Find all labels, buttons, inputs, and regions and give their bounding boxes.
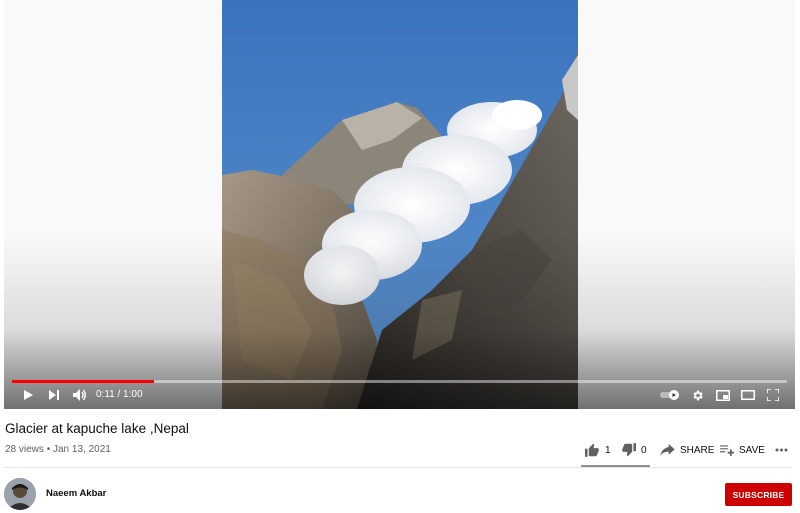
meta-separator: • xyxy=(46,444,51,455)
video-title: Glacier at kapuche lake ,Nepal xyxy=(5,421,189,436)
save-button[interactable]: SAVE xyxy=(720,436,765,464)
theater-mode-button[interactable] xyxy=(739,381,757,409)
fullscreen-icon xyxy=(767,389,779,401)
view-count: 28 views xyxy=(5,444,44,455)
thumbs-up-icon xyxy=(585,443,599,457)
more-horizontal-icon xyxy=(775,448,788,452)
upload-date: Jan 13, 2021 xyxy=(52,444,111,455)
section-divider xyxy=(4,467,792,468)
channel-avatar[interactable] xyxy=(4,478,36,510)
gear-icon xyxy=(692,390,703,400)
share-arrow-icon xyxy=(660,444,675,456)
video-meta: 28 views • Jan 13, 2021 xyxy=(5,444,111,455)
skip-next-icon xyxy=(49,390,59,400)
subscribe-button[interactable]: SUBSCRIBE xyxy=(725,483,792,506)
playlist-add-icon xyxy=(720,445,734,456)
miniplayer-icon xyxy=(716,389,730,401)
play-icon xyxy=(24,390,33,400)
miniplayer-button[interactable] xyxy=(714,381,732,409)
play-button[interactable] xyxy=(18,381,38,409)
channel-name[interactable]: Naeem Akbar xyxy=(46,488,106,499)
next-button[interactable] xyxy=(44,381,64,409)
more-actions-button[interactable] xyxy=(775,436,788,464)
dislike-button[interactable]: 0 xyxy=(621,436,647,464)
video-player[interactable]: 0:11 / 1:00 xyxy=(4,0,795,409)
dislike-count: 0 xyxy=(641,444,647,456)
save-label: SAVE xyxy=(739,444,765,456)
channel-avatar-image xyxy=(4,478,36,510)
volume-icon xyxy=(73,389,86,401)
autoplay-toggle-icon xyxy=(660,390,679,400)
like-button[interactable]: 1 xyxy=(585,436,611,464)
volume-button[interactable] xyxy=(70,381,90,409)
player-controls: 0:11 / 1:00 xyxy=(4,381,795,409)
thumbs-down-icon xyxy=(622,443,636,457)
share-label: SHARE xyxy=(680,444,715,456)
settings-button[interactable] xyxy=(688,381,706,409)
time-display: 0:11 / 1:00 xyxy=(96,389,143,400)
autoplay-toggle[interactable] xyxy=(660,381,680,409)
theater-mode-icon xyxy=(741,390,755,400)
like-count: 1 xyxy=(605,444,611,456)
share-button[interactable]: SHARE xyxy=(660,436,714,464)
fullscreen-button[interactable] xyxy=(764,381,782,409)
